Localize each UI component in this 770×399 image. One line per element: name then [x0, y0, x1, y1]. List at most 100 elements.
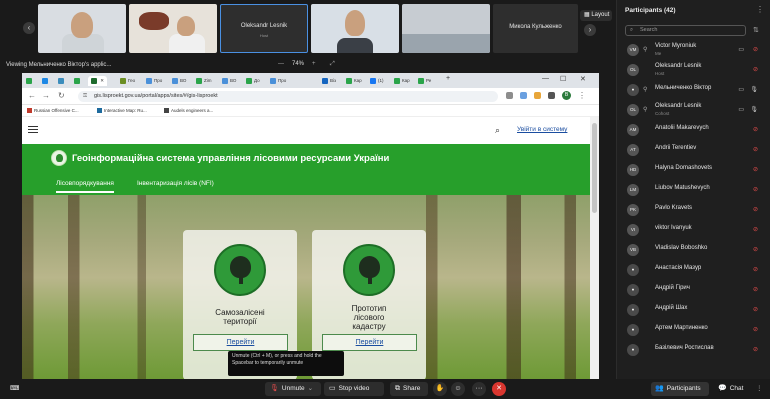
browser-tab[interactable]	[58, 76, 66, 86]
participant-row[interactable]: VI viktor Ivanyuk ⊘	[617, 220, 770, 240]
participant-row[interactable]: ● Артем Мартиненко ⊘	[617, 320, 770, 340]
tab-favicon-icon	[346, 77, 352, 84]
browser-tab[interactable]: Про	[146, 76, 162, 86]
participant-row[interactable]: LM Liubov Matushevych ⊘	[617, 180, 770, 200]
forward-icon[interactable]: →	[42, 91, 50, 100]
participant-row[interactable]: AM Anatolii Makarevych ⊘	[617, 120, 770, 140]
participant-row[interactable]: ● Андрій Шах ⊘	[617, 300, 770, 320]
participants-button[interactable]: 👥 Participants	[651, 382, 709, 396]
strip-next-button[interactable]: ›	[584, 24, 596, 36]
site-header: Геоінформаційна система управління лісов…	[22, 144, 599, 195]
nav-tab-forest-management[interactable]: Лісовпорядкування	[56, 180, 114, 193]
participant-row[interactable]: HD Halyna Domashovets ⊘	[617, 160, 770, 180]
menu-icon[interactable]	[28, 126, 38, 135]
star-icon[interactable]	[534, 92, 541, 99]
browser-tab[interactable]: Гео	[120, 76, 135, 86]
strip-prev-button[interactable]: ‹	[23, 22, 35, 34]
layout-button[interactable]: ▦ Layout	[580, 10, 612, 21]
browser-tab[interactable]: ВО	[222, 76, 236, 86]
captions-icon[interactable]: ⌨	[10, 382, 19, 396]
close-icon[interactable]: ✕	[580, 75, 586, 83]
open-button[interactable]: Перейти	[193, 334, 288, 351]
reactions-icon[interactable]: ☺	[451, 382, 465, 396]
minimize-icon[interactable]: —	[542, 75, 549, 82]
avatar: ●	[627, 84, 639, 96]
video-tile[interactable]	[402, 4, 490, 53]
participant-row[interactable]: OL Oleksandr Lesnik Host ⊘	[617, 60, 770, 80]
leave-meeting-button[interactable]: ✕	[492, 382, 506, 396]
video-tile[interactable]	[311, 4, 399, 53]
video-tile[interactable]: Oleksandr Lesnik Host	[220, 4, 308, 53]
tab-label: (1)	[378, 78, 384, 83]
browser-tab[interactable]	[42, 76, 50, 86]
browser-tab-active[interactable]: ✕	[88, 76, 108, 86]
browser-tab[interactable]: Віз	[322, 76, 336, 86]
unmute-button[interactable]: 🎙 Unmute ⌄	[265, 382, 321, 396]
bookmark-item[interactable]: Russian Offensive C...	[27, 108, 79, 114]
nav-tab-nfi[interactable]: Інвентаризація лісів (NFI)	[137, 180, 214, 187]
scrollbar-thumb[interactable]	[592, 123, 597, 213]
fit-screen-icon[interactable]: ⤢	[330, 61, 335, 68]
extension-icon[interactable]	[506, 92, 513, 99]
participant-row[interactable]: PK Pavlo Kravets ⊘	[617, 200, 770, 220]
video-tile[interactable]	[38, 4, 126, 53]
puzzle-icon[interactable]	[548, 92, 555, 99]
browser-tab[interactable]: Zim	[196, 76, 212, 86]
more-options-button[interactable]: ···	[472, 382, 486, 396]
mic-muted-icon: ⊘	[752, 347, 758, 353]
browser-tab[interactable]: ВО	[172, 76, 186, 86]
participant-search-input[interactable]: ⌕ Search	[625, 25, 746, 36]
participant-row[interactable]: ● ⚲ Мельниченко Віктор ▭ 🎙	[617, 80, 770, 100]
browser-tab[interactable]: (1)	[370, 76, 384, 86]
maximize-icon[interactable]: ☐	[560, 75, 566, 83]
zoom-out-icon[interactable]: —	[278, 61, 284, 67]
new-tab-icon[interactable]: +	[446, 75, 450, 82]
search-placeholder: Search	[640, 27, 658, 33]
share-button[interactable]: ⧉ Share	[390, 382, 428, 396]
browser-tab[interactable]: Про	[270, 76, 286, 86]
page-scrollbar[interactable]	[590, 117, 599, 379]
bookmark-item[interactable]: Interactive Map: Ru...	[97, 108, 147, 114]
chat-button[interactable]: 💬 Chat	[714, 382, 754, 396]
browser-tab-strip: ✕ Гео Про ВО Zim ВО До Про Віз Кар (1) К…	[22, 73, 599, 88]
browser-tab[interactable]	[74, 76, 82, 86]
browser-tab[interactable]	[26, 76, 34, 86]
stop-video-button[interactable]: ▭ Stop video	[324, 382, 384, 396]
zoom-in-icon[interactable]: +	[312, 61, 316, 67]
tab-close-icon[interactable]: ✕	[99, 78, 104, 83]
browser-tab[interactable]: Ре	[418, 76, 431, 86]
browser-tab[interactable]: Кар	[346, 76, 362, 86]
search-icon[interactable]: ⌕	[495, 125, 500, 136]
share-icon: ⧉	[395, 385, 400, 392]
login-link[interactable]: Увійти в систему	[517, 126, 567, 133]
participant-row[interactable]: ● Анастасія Мазур ⊘	[617, 260, 770, 280]
browser-tab[interactable]: До	[246, 76, 260, 86]
browser-tab[interactable]: Кар	[394, 76, 410, 86]
participant-row[interactable]: AT Andrii Terentiev ⊘	[617, 140, 770, 160]
video-tile[interactable]	[129, 4, 217, 53]
open-button[interactable]: Перейти	[322, 334, 417, 351]
mic-muted-icon: ⊘	[752, 167, 758, 173]
panel-options-icon[interactable]: ⋮	[756, 5, 764, 14]
address-bar[interactable]: ⚿ gis.lisproekt.gov.ua/portal/apps/sites…	[78, 91, 498, 102]
participant-row[interactable]: OL ⚲ Oleksandr Lesnik Cohost ▭ 🎙	[617, 100, 770, 120]
participant-row[interactable]: VM ⚲ Victor Myroniuk Me ▭ ⊘	[617, 40, 770, 60]
participant-row[interactable]: ● Базілевич Ростислав ⊘	[617, 340, 770, 360]
back-icon[interactable]: ←	[28, 91, 36, 100]
browser-menu-icon[interactable]: ⋮	[578, 91, 586, 100]
bookmark-item[interactable]: Audels engineers a...	[164, 108, 213, 114]
chevron-down-icon[interactable]: ⌄	[308, 385, 313, 392]
tab-label: Zim	[204, 78, 212, 83]
tab-label: Про	[278, 78, 287, 83]
profile-avatar[interactable]: B	[562, 91, 571, 100]
extension-icon[interactable]	[520, 92, 527, 99]
video-tile[interactable]: Микола Кульженко	[493, 4, 578, 53]
raise-hand-icon[interactable]: ✋	[433, 382, 447, 396]
more-icon[interactable]: ⋮	[756, 382, 763, 396]
participant-role: Host	[655, 71, 665, 76]
participant-name: Liubov Matushevych	[655, 185, 710, 191]
participant-row[interactable]: ● Андрій Гірич ⊘	[617, 280, 770, 300]
participant-row[interactable]: VB Vladislav Boboshko ⊘	[617, 240, 770, 260]
sort-icon[interactable]: ⇅	[753, 26, 759, 34]
reload-icon[interactable]: ↻	[58, 91, 65, 100]
